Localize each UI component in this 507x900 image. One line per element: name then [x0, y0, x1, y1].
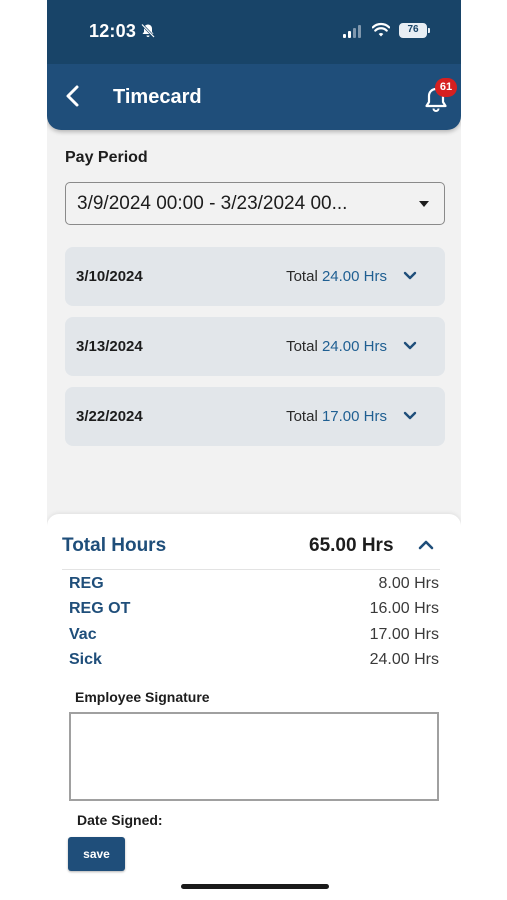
hour-value: 24.00 Hrs — [369, 651, 439, 668]
chevron-down-icon[interactable] — [403, 411, 417, 421]
total-hours-panel: Total Hours 65.00 Hrs REG 8.00 Hrs REG O… — [47, 514, 461, 900]
hour-type: Vac — [69, 626, 97, 643]
status-time: 12:03 — [89, 21, 137, 41]
day-card-3-22[interactable]: 3/22/2024 Total 17.00 Hrs — [65, 387, 445, 446]
divider — [62, 569, 440, 570]
day-total-hours: 24.00 Hrs — [321, 268, 387, 285]
chevron-down-icon[interactable] — [403, 341, 417, 351]
day-total-hours: 24.00 Hrs — [321, 338, 387, 355]
app-header: 12:03 76 Timecard 61 — [47, 0, 461, 130]
day-total-label: Total — [286, 408, 318, 425]
pay-period-value: 3/9/2024 00:00 - 3/23/2024 00... — [77, 193, 348, 214]
hour-row-sick: Sick 24.00 Hrs — [69, 651, 439, 673]
caret-down-icon — [419, 201, 429, 207]
hour-row-vac: Vac 17.00 Hrs — [69, 626, 439, 648]
back-chevron-icon[interactable] — [63, 84, 83, 108]
notification-badge: 61 — [435, 78, 457, 97]
phone-screen: 12:03 76 Timecard 61 Pay Period 3/9/2024… — [47, 0, 461, 900]
hour-value: 8.00 Hrs — [378, 575, 439, 592]
hour-type: REG — [69, 575, 104, 592]
day-total: Total 24.00 Hrs — [286, 338, 387, 355]
signal-icon — [343, 25, 361, 38]
pay-period-select[interactable]: 3/9/2024 00:00 - 3/23/2024 00... — [65, 182, 445, 225]
home-indicator[interactable] — [181, 884, 329, 889]
hour-type: REG OT — [69, 600, 131, 617]
day-total: Total 24.00 Hrs — [286, 268, 387, 285]
chevron-down-icon[interactable] — [403, 271, 417, 281]
hour-row-reg: REG 8.00 Hrs — [69, 575, 439, 597]
save-button[interactable]: save — [68, 837, 125, 871]
day-total-label: Total — [286, 268, 318, 285]
day-date: 3/13/2024 — [76, 338, 143, 355]
page-title: Timecard — [113, 86, 202, 108]
hour-row-reg-ot: REG OT 16.00 Hrs — [69, 600, 439, 622]
hour-value: 17.00 Hrs — [369, 626, 439, 643]
date-signed-label: Date Signed: — [77, 812, 163, 828]
day-total-label: Total — [286, 338, 318, 355]
day-total: Total 17.00 Hrs — [286, 408, 387, 425]
day-date: 3/22/2024 — [76, 408, 143, 425]
total-hours-value: 65.00 Hrs — [309, 535, 394, 556]
hour-value: 16.00 Hrs — [369, 600, 439, 617]
day-date: 3/10/2024 — [76, 268, 143, 285]
battery-icon: 76 — [399, 23, 427, 38]
day-card-3-10[interactable]: 3/10/2024 Total 24.00 Hrs — [65, 247, 445, 306]
pay-period-label: Pay Period — [65, 149, 148, 166]
battery-tip — [428, 28, 430, 33]
wifi-icon — [372, 22, 390, 37]
chevron-up-icon[interactable] — [418, 539, 434, 550]
bell-mute-icon — [141, 23, 155, 38]
status-bar: 12:03 76 — [47, 0, 461, 64]
total-hours-label: Total Hours — [62, 535, 167, 556]
day-total-hours: 17.00 Hrs — [321, 408, 387, 425]
signature-pad[interactable] — [69, 712, 439, 801]
day-card-3-13[interactable]: 3/13/2024 Total 24.00 Hrs — [65, 317, 445, 376]
hour-type: Sick — [69, 651, 102, 668]
employee-signature-label: Employee Signature — [75, 689, 210, 705]
